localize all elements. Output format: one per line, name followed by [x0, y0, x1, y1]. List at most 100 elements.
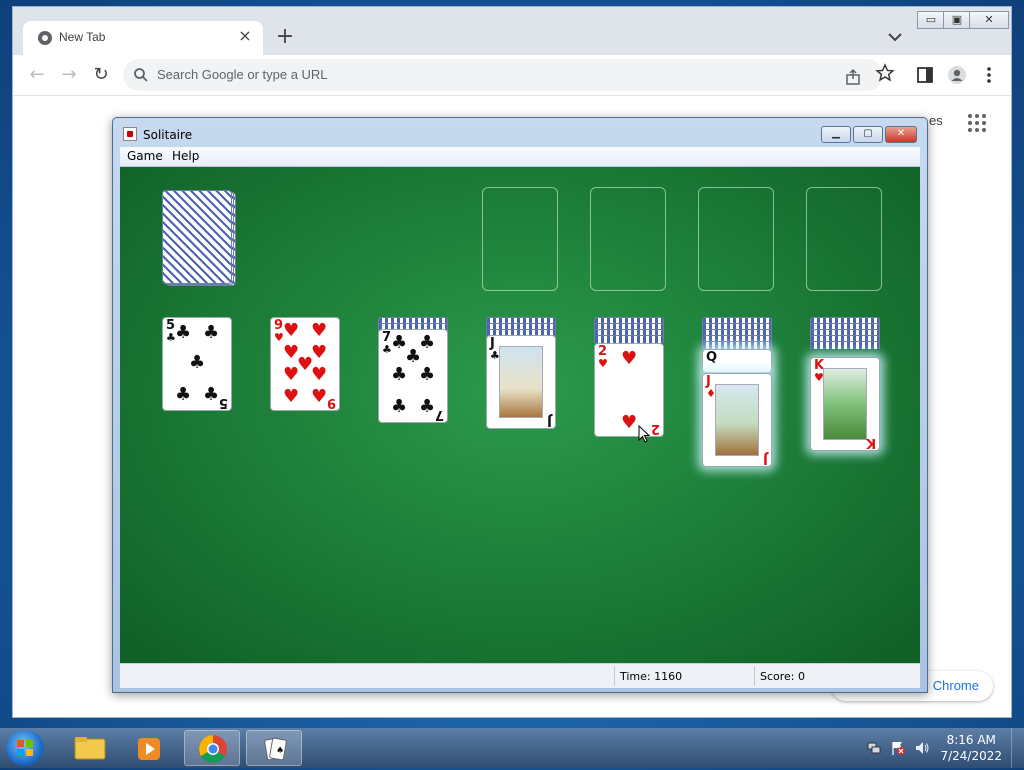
bookmark-star-icon[interactable]	[875, 63, 895, 83]
foundation-slot-2[interactable]	[590, 187, 666, 291]
foundation-slot-1[interactable]	[482, 187, 558, 291]
heart-pip-icon: ♥	[311, 386, 328, 407]
omnibox-placeholder: Search Google or type a URL	[157, 67, 328, 82]
taskbar-chrome-button[interactable]	[184, 730, 240, 766]
tableau-card[interactable]: K ♥ K	[810, 357, 880, 451]
game-felt[interactable]: 5 ♣ ♣ ♣ ♣ ♣ ♣ 5 9 ♥ ♥ ♥ ♥ ♥ ♥ ♥ ♥ ♥ ♥ 9	[120, 167, 920, 663]
tableau-card[interactable]: 7 ♣ ♣ ♣ ♣ ♣ ♣ ♣ ♣ 7	[378, 329, 448, 423]
heart-pip-icon: ♥	[283, 320, 300, 341]
heart-pip-icon: ♥	[621, 348, 638, 369]
heart-pip-icon: ♥	[283, 364, 300, 385]
heart-pip-icon: ♥	[311, 364, 328, 385]
card-suit-icon: ♥	[598, 357, 608, 370]
tableau-card[interactable]: 9 ♥ ♥ ♥ ♥ ♥ ♥ ♥ ♥ ♥ ♥ 9	[270, 317, 340, 411]
tab-new-tab[interactable]: New Tab ×	[23, 21, 263, 55]
tableau-card[interactable]: 5 ♣ ♣ ♣ ♣ ♣ ♣ 5	[162, 317, 232, 411]
chrome-favicon-icon	[38, 31, 52, 45]
solitaire-window: Solitaire ▁ ▢ ✕ Game Help 5 ♣ ♣ ♣ ♣ ♣ ♣ …	[112, 117, 928, 693]
card-rank: Q	[706, 350, 718, 365]
share-icon[interactable]	[843, 67, 863, 87]
minimize-button[interactable]: ▁	[821, 126, 851, 143]
card-rank-bottom: J	[763, 451, 768, 466]
action-center-flag-icon[interactable]	[890, 740, 906, 756]
close-button[interactable]: ✕	[885, 126, 917, 143]
club-pip-icon: ♣	[203, 322, 220, 343]
clock-date: 7/24/2022	[940, 749, 1002, 763]
omnibox[interactable]: Search Google or type a URL	[123, 59, 883, 91]
show-desktop-button[interactable]	[1011, 728, 1024, 768]
solitaire-cards-icon: ♠	[264, 737, 287, 761]
club-pip-icon: ♣	[391, 396, 408, 417]
customize-chrome-label: Chrome	[932, 678, 979, 693]
card-rank-bottom: J	[547, 413, 552, 428]
solitaire-app-icon	[123, 127, 137, 141]
tab-strip: New Tab × + ▭ ▣ ✕	[13, 7, 1011, 55]
tableau-card[interactable]: 2 ♥ ♥ ♥ 2	[594, 343, 664, 437]
club-pip-icon: ♣	[175, 322, 192, 343]
forward-icon[interactable]: →	[57, 63, 81, 87]
svg-text:♠: ♠	[276, 746, 284, 756]
heart-pip-icon: ♥	[311, 342, 328, 363]
jack-face-art	[499, 346, 543, 418]
new-tab-button[interactable]: +	[273, 25, 297, 49]
status-divider	[754, 666, 755, 686]
jack-face-art	[715, 384, 759, 456]
system-clock[interactable]: 8:16 AM 7/24/2022	[940, 732, 1002, 764]
chrome-menu-icon[interactable]	[979, 65, 999, 85]
clock-time: 8:16 AM	[946, 733, 996, 747]
stock-card-back[interactable]	[162, 190, 232, 284]
club-pip-icon: ♣	[175, 384, 192, 405]
heart-pip-icon: ♥	[621, 412, 638, 433]
ntp-partial-text[interactable]: es	[929, 113, 943, 128]
status-bar: Time: 1160 Score: 0	[120, 663, 920, 688]
tab-close-icon[interactable]: ×	[235, 26, 255, 46]
taskbar-explorer-button[interactable]	[62, 730, 118, 766]
chrome-toolbar: ← → ↻ Search Google or type a URL	[13, 55, 1011, 96]
heart-pip-icon: ♥	[283, 386, 300, 407]
taskbar: ♠ 8:16 AM 7/24/2022	[0, 728, 1024, 768]
volume-icon[interactable]	[914, 740, 930, 756]
club-pip-icon: ♣	[391, 364, 408, 385]
card-rank-bottom: 7	[434, 407, 444, 422]
search-icon	[134, 68, 148, 82]
profile-avatar-icon[interactable]	[947, 65, 967, 85]
menu-bar: Game Help	[120, 147, 920, 167]
status-divider	[614, 666, 615, 686]
chrome-restore-button[interactable]: ▣	[943, 11, 971, 29]
club-pip-icon: ♣	[419, 332, 436, 353]
heart-pip-icon: ♥	[311, 320, 328, 341]
face-down-card	[702, 341, 772, 349]
card-rank-bottom: K	[865, 435, 876, 450]
chrome-minimize-button[interactable]: ▭	[917, 11, 945, 29]
chrome-icon	[199, 735, 227, 763]
stock-pile[interactable]	[162, 190, 238, 290]
start-button[interactable]	[6, 730, 44, 766]
reload-icon[interactable]: ↻	[89, 63, 113, 87]
foundation-slot-3[interactable]	[698, 187, 774, 291]
menu-game[interactable]: Game	[127, 149, 163, 163]
time-display: Time: 1160	[620, 670, 683, 683]
foundation-slot-4[interactable]	[806, 187, 882, 291]
club-pip-icon: ♣	[203, 384, 220, 405]
media-player-icon	[138, 738, 160, 760]
menu-help[interactable]: Help	[172, 149, 199, 163]
tab-title: New Tab	[59, 30, 106, 44]
chrome-close-button[interactable]: ✕	[969, 11, 1009, 29]
card-rank-bottom: 5	[218, 395, 228, 410]
side-panel-icon[interactable]	[915, 65, 935, 85]
maximize-button[interactable]: ▢	[853, 126, 883, 143]
window-title: Solitaire	[143, 128, 193, 142]
tab-search-chevron-icon[interactable]	[883, 25, 907, 49]
taskbar-solitaire-button[interactable]: ♠	[246, 730, 302, 766]
tableau-card[interactable]: J ♣ J	[486, 335, 556, 429]
taskbar-media-player-button[interactable]	[122, 730, 178, 766]
king-face-art	[823, 368, 867, 440]
network-icon[interactable]	[866, 740, 882, 756]
google-apps-icon[interactable]	[967, 113, 987, 133]
tableau-card-queen[interactable]: Q	[702, 349, 772, 373]
club-pip-icon: ♣	[419, 396, 436, 417]
tableau-card[interactable]: J ♦ J	[702, 373, 772, 467]
card-rank-bottom: 9	[326, 395, 336, 410]
back-icon[interactable]: ←	[25, 63, 49, 87]
card-rank-bottom: 2	[650, 421, 660, 436]
